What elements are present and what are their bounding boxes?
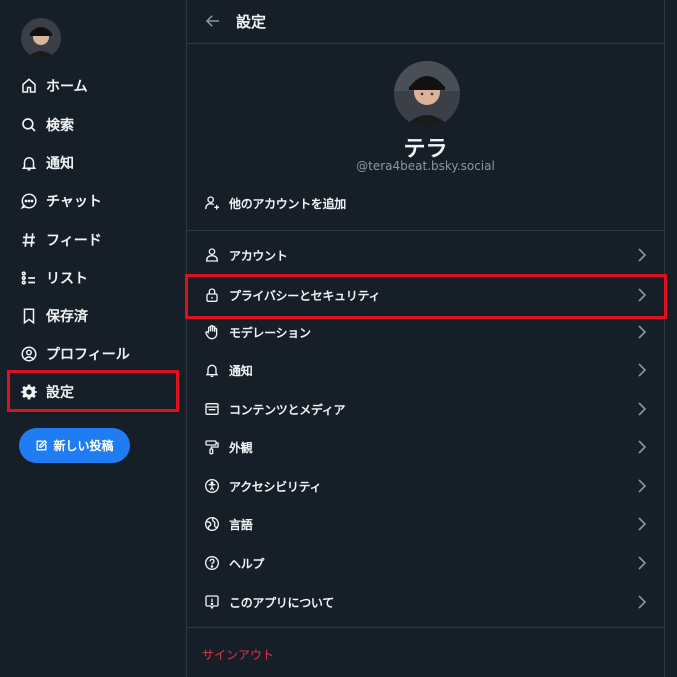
settings-item-label: モデレーション [229, 325, 311, 340]
chevron-right-icon [638, 595, 647, 609]
nav-settings[interactable]: 設定 [20, 377, 74, 407]
nav-saved[interactable]: 保存済 [20, 301, 88, 331]
profile-handle: @tera4beat.bsky.social [356, 159, 495, 173]
page-title: 設定 [236, 13, 267, 31]
paint-roller-icon [205, 440, 219, 455]
settings-item-content-media[interactable]: コンテンツとメディア [187, 390, 664, 428]
nav-lists[interactable]: リスト [20, 263, 88, 293]
settings-panel: 設定 テラ @tera4beat.bsky.social 他のアカウントを追加 … [186, 0, 665, 677]
divider [187, 627, 664, 628]
hand-icon [205, 325, 218, 340]
nav-label: 検索 [46, 118, 74, 134]
nav-label: チャット [46, 194, 102, 210]
settings-item-label: コンテンツとメディア [229, 402, 346, 417]
settings-item-account[interactable]: アカウント [187, 236, 664, 274]
profile-icon [21, 346, 37, 362]
gear-icon [20, 384, 38, 400]
settings-item-notifications[interactable]: 通知 [187, 351, 664, 389]
chevron-right-icon [638, 248, 647, 262]
info-icon [205, 595, 219, 610]
nav-label: 設定 [46, 385, 74, 401]
nav-label: フィード [46, 233, 102, 249]
settings-item-label: ヘルプ [229, 556, 265, 571]
settings-item-label: 言語 [229, 517, 253, 532]
compose-icon [37, 439, 48, 451]
new-post-label: 新しい投稿 [53, 439, 114, 453]
settings-item-label: このアプリについて [229, 595, 334, 610]
add-person-icon [205, 196, 219, 210]
bookmark-icon [23, 308, 35, 325]
chevron-right-icon [638, 440, 647, 454]
chevron-right-icon [638, 288, 647, 302]
settings-item-label: アカウント [229, 248, 288, 263]
nav-chat[interactable]: チャット [20, 186, 102, 216]
globe-icon [205, 517, 219, 531]
nav-search[interactable]: 検索 [20, 110, 74, 140]
settings-item-moderation[interactable]: モデレーション [187, 313, 664, 351]
chevron-right-icon [638, 517, 647, 531]
header: 設定 [187, 0, 664, 44]
add-account-label: 他のアカウントを追加 [229, 196, 347, 211]
profile-avatar[interactable] [394, 61, 460, 127]
settings-item-privacy[interactable]: プライバシーとセキュリティ [187, 276, 664, 314]
nav-label: 保存済 [46, 309, 88, 325]
window-icon [205, 403, 219, 415]
nav-profile[interactable]: プロフィール [20, 339, 130, 369]
chevron-right-icon [638, 363, 647, 377]
chevron-right-icon [638, 479, 647, 493]
accessibility-icon [205, 479, 219, 493]
person-icon [205, 248, 219, 262]
help-icon [205, 556, 219, 570]
divider [187, 230, 664, 231]
back-arrow-icon[interactable] [204, 12, 222, 30]
nav-home[interactable]: ホーム [20, 71, 88, 101]
bell-icon [21, 157, 37, 171]
add-account-row[interactable]: 他のアカウントを追加 [187, 184, 664, 222]
nav-feeds[interactable]: フィード [20, 225, 102, 255]
signout-link[interactable]: サインアウト [202, 646, 274, 663]
settings-item-label: 外観 [229, 440, 253, 455]
chevron-right-icon [638, 402, 647, 416]
nav-notifications[interactable]: 通知 [20, 148, 74, 178]
chat-icon [20, 193, 37, 210]
sidebar: ホーム 検索 通知 チャット フィード リスト 保存済 プロフィール 設定 新し… [0, 0, 186, 677]
avatar[interactable] [21, 18, 61, 58]
search-icon [22, 118, 36, 132]
settings-item-label: プライバシーとセキュリティ [229, 288, 381, 303]
settings-item-label: アクセシビリティ [229, 479, 322, 494]
settings-item-help[interactable]: ヘルプ [187, 544, 664, 582]
settings-item-label: 通知 [229, 363, 253, 378]
new-post-button[interactable]: 新しい投稿 [19, 428, 130, 463]
lock-icon [206, 288, 218, 302]
home-icon [22, 78, 36, 93]
list-icon [21, 271, 35, 285]
nav-label: プロフィール [46, 347, 130, 363]
nav-label: リスト [46, 271, 88, 287]
settings-item-language[interactable]: 言語 [187, 505, 664, 543]
bell-icon [205, 364, 219, 377]
settings-item-appearance[interactable]: 外観 [187, 428, 664, 466]
nav-label: 通知 [46, 156, 74, 172]
chevron-right-icon [638, 556, 647, 570]
nav-label: ホーム [46, 79, 88, 95]
hash-icon [22, 233, 35, 247]
chevron-right-icon [638, 325, 647, 339]
settings-item-about[interactable]: このアプリについて [187, 583, 664, 621]
settings-item-accessibility[interactable]: アクセシビリティ [187, 467, 664, 505]
